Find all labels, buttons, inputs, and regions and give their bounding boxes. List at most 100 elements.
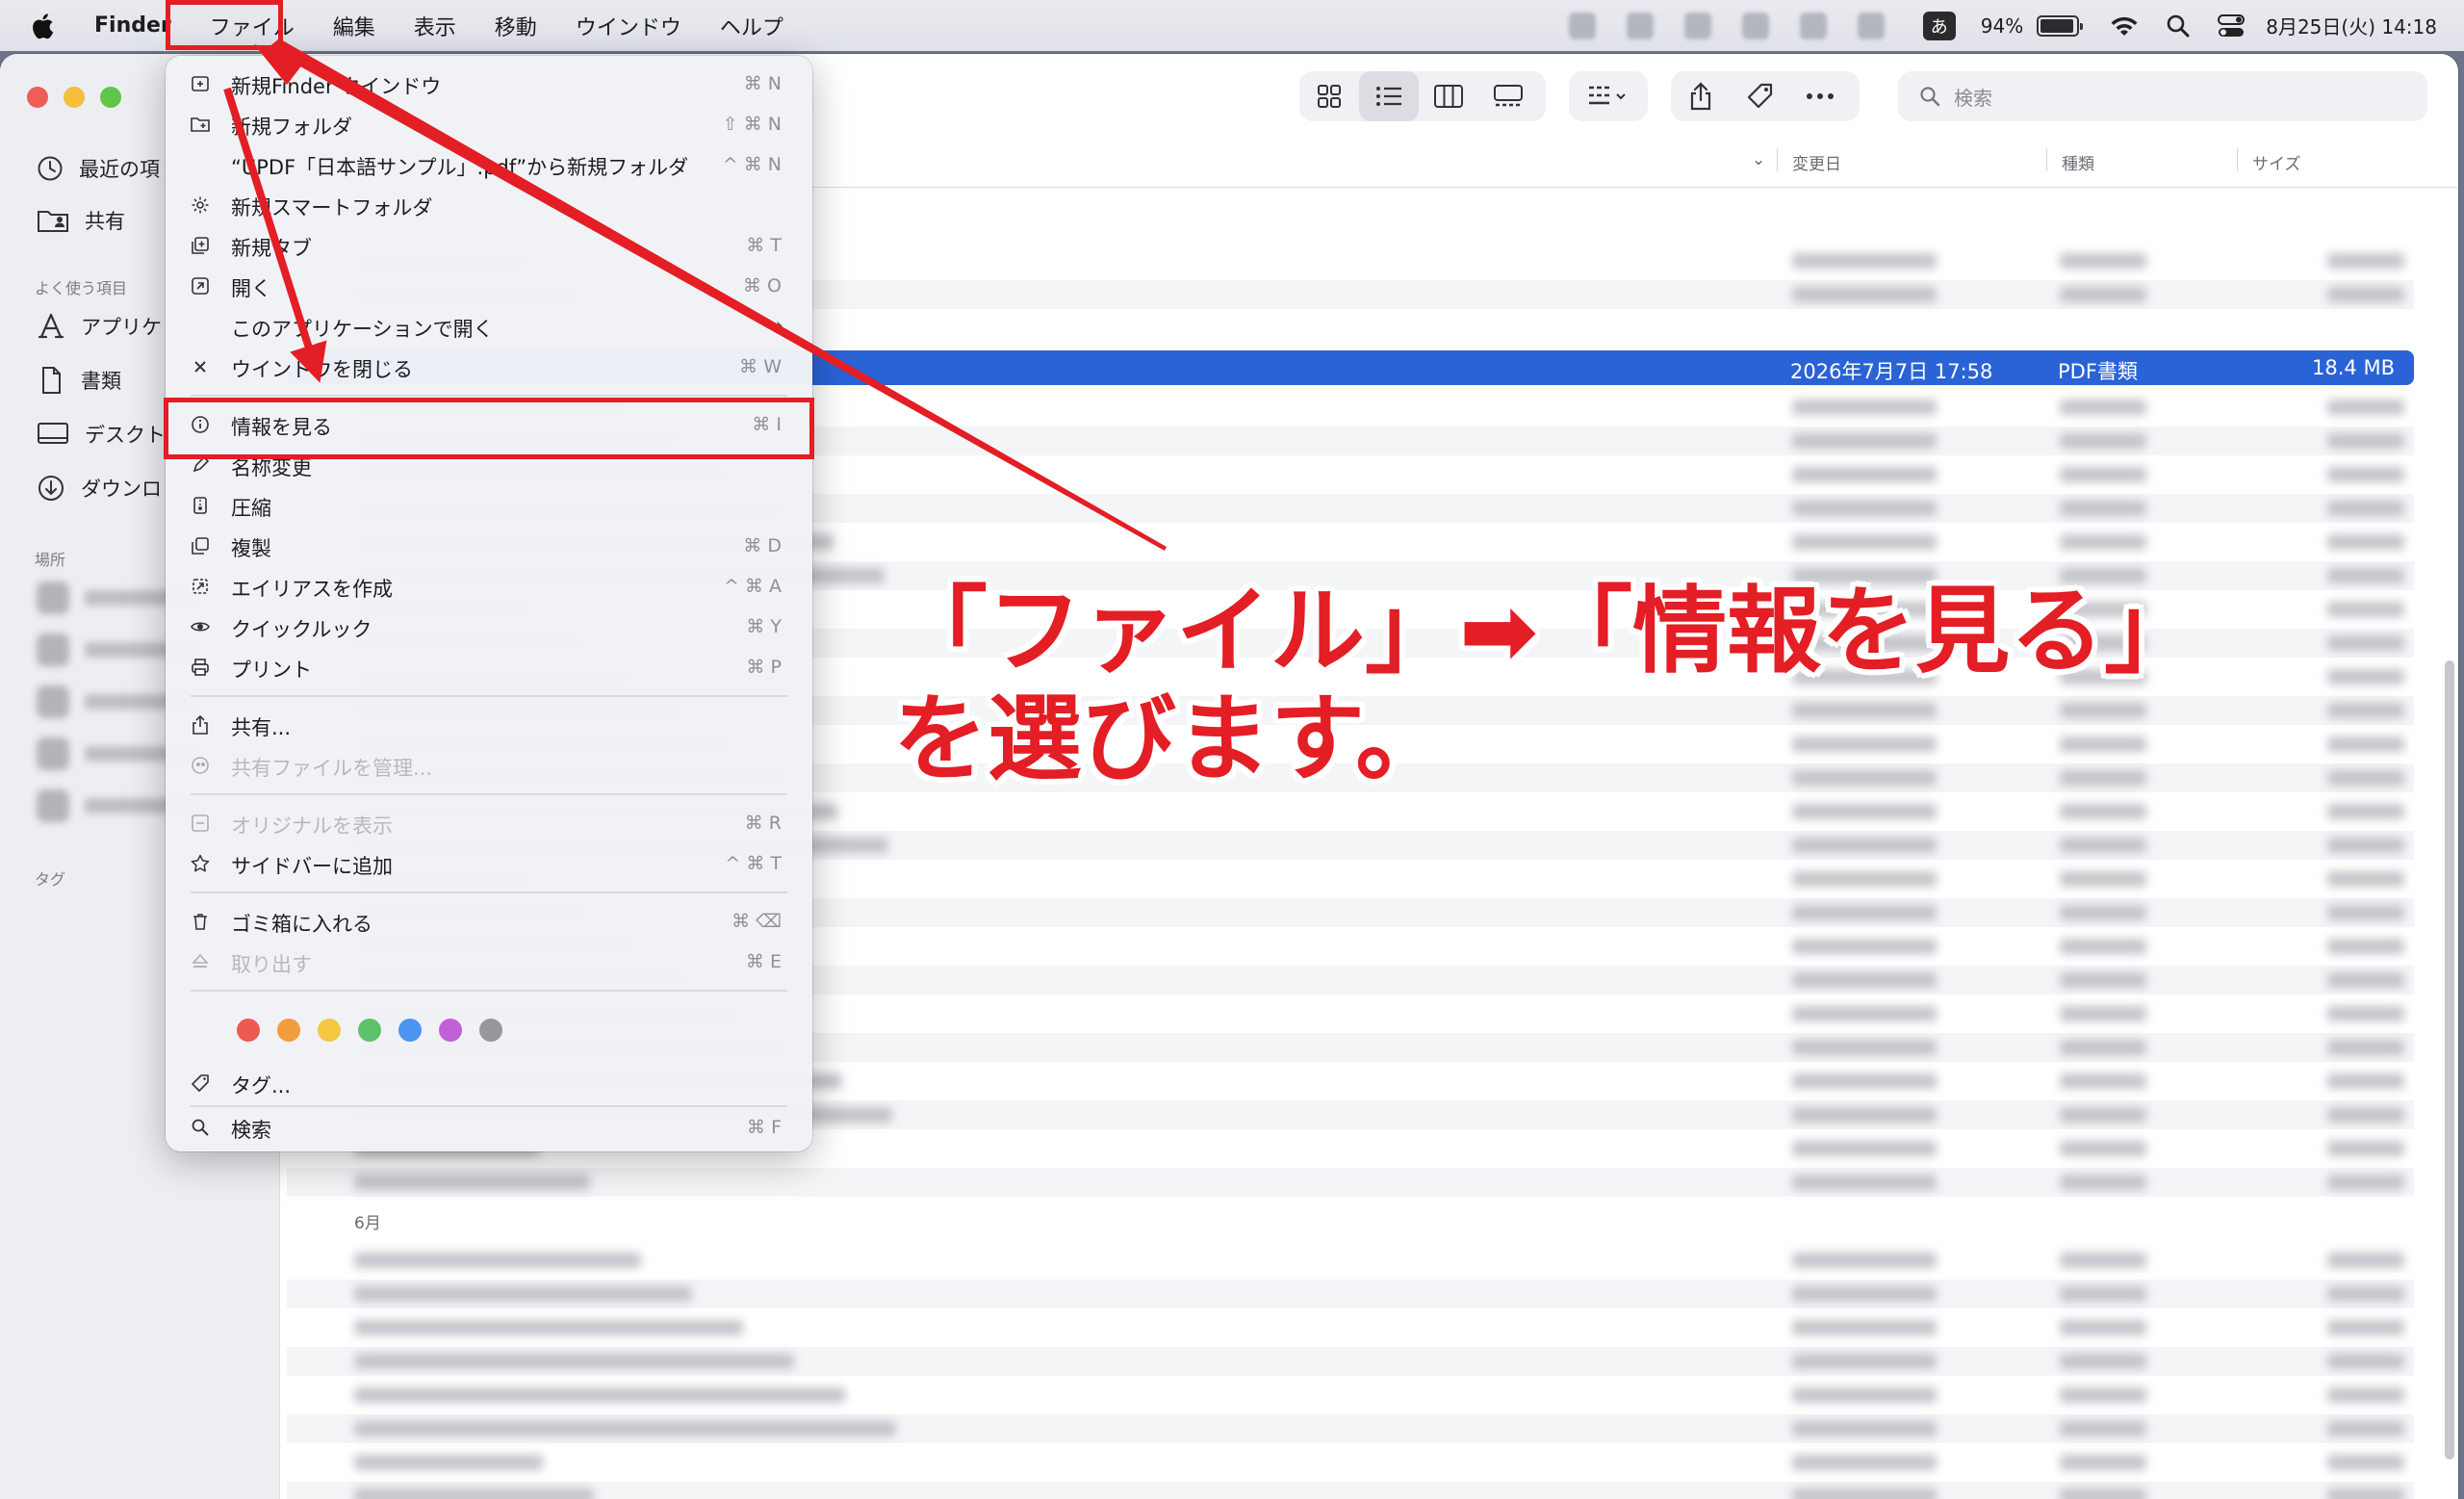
columns-icon <box>1434 85 1463 108</box>
menu-item-share[interactable]: 共有... <box>166 707 812 745</box>
spotlight-search-icon[interactable] <box>2152 13 2204 39</box>
table-row[interactable] <box>287 1279 2414 1308</box>
battery-icon[interactable] <box>2037 14 2084 37</box>
sidebar-item-applications[interactable]: アプリケ <box>37 312 162 341</box>
menu-item-shortcut: ⌘ F <box>747 1117 782 1138</box>
blurred-cell <box>1792 1421 1937 1436</box>
menu-item-quick-look[interactable]: クイックルック ⌘ Y <box>166 608 812 647</box>
menu-item-move-to-trash[interactable]: ゴミ箱に入れる ⌘ ⌫ <box>166 903 812 942</box>
blurred-cell <box>2327 287 2404 302</box>
minimize-window-button[interactable] <box>64 87 85 108</box>
blurred-cell <box>2060 1286 2146 1302</box>
blurred-cell <box>2327 1421 2404 1436</box>
tag-color-dot[interactable] <box>318 1019 341 1042</box>
icon-view-button[interactable] <box>1299 71 1359 121</box>
menu-item-duplicate[interactable]: 複製 ⌘ D <box>166 528 812 566</box>
column-header-kind[interactable]: 種類 <box>2062 150 2094 174</box>
list-view-button[interactable] <box>1359 71 1419 121</box>
blurred-cell <box>1792 804 1937 819</box>
blurred-cell <box>2060 1488 2146 1499</box>
more-button[interactable] <box>1790 71 1850 121</box>
menu-item-find[interactable]: 検索 ⌘ F <box>166 1109 812 1148</box>
blurred-cell <box>2327 939 2404 954</box>
blurred-cell <box>2060 1455 2146 1470</box>
control-center-icon[interactable] <box>2204 13 2258 39</box>
table-row[interactable] <box>287 1168 2414 1197</box>
menu-item-new-folder[interactable]: 新規フォルダ ⇧ ⌘ N <box>166 106 812 144</box>
menu-item-new-tab[interactable]: 新規タブ ⌘ T <box>166 227 812 266</box>
group-by-button[interactable] <box>1569 71 1648 121</box>
menu-item-label: サイドバーに追加 <box>231 855 393 878</box>
sidebar-item-recents[interactable]: 最近の項 <box>37 154 160 183</box>
blurred-cell <box>1792 287 1937 302</box>
clock[interactable]: 8月25日(火) 14:18 <box>2266 12 2437 39</box>
sidebar-item-documents[interactable]: 書類 <box>37 366 121 395</box>
status-extra-icon[interactable] <box>1741 12 1769 39</box>
column-view-button[interactable] <box>1419 71 1478 121</box>
menu-item-add-to-sidebar[interactable]: サイドバーに追加 ^ ⌘ T <box>166 845 812 884</box>
sidebar-item-shared[interactable]: 共有 <box>37 206 125 235</box>
search-field[interactable]: 検索 <box>1898 71 2427 121</box>
table-row[interactable] <box>287 1448 2414 1477</box>
tag-button[interactable] <box>1731 71 1790 121</box>
table-row[interactable] <box>287 1246 2414 1275</box>
ellipsis-icon <box>1807 93 1834 99</box>
menu-item-new-folder-with-selection[interactable]: “UPDF「日本語サンプル」.pdf”から新規フォルダ ^ ⌘ N <box>166 146 812 185</box>
close-window-button[interactable] <box>27 87 48 108</box>
menu-edit[interactable]: 編集 <box>314 0 395 51</box>
tag-color-dot[interactable] <box>479 1019 502 1042</box>
blurred-cell <box>2060 1320 2146 1335</box>
menu-separator <box>191 1105 787 1107</box>
input-method-indicator[interactable]: あ <box>1922 11 1956 40</box>
blurred-cell <box>2327 467 2404 482</box>
menu-view[interactable]: 表示 <box>395 0 475 51</box>
blurred-cell <box>1792 1107 1937 1123</box>
sidebar-item-desktop[interactable]: デスクト <box>37 420 166 449</box>
menu-item-print[interactable]: プリント ⌘ P <box>166 649 812 687</box>
menu-item-open[interactable]: 開く ⌘ O <box>166 268 812 306</box>
battery-level-fill <box>2040 18 2074 33</box>
menu-item-label: 共有ファイルを管理... <box>231 757 433 780</box>
column-header-modified[interactable]: 変更日 <box>1792 150 1841 174</box>
blurred-cell <box>2060 287 2146 302</box>
menu-item-compress[interactable]: 圧縮 <box>166 487 812 526</box>
zoom-window-button[interactable] <box>100 87 121 108</box>
menu-help[interactable]: ヘルプ <box>701 0 803 51</box>
status-extra-icon[interactable] <box>1799 12 1827 39</box>
table-row[interactable] <box>287 1347 2414 1376</box>
shared-folder-icon <box>38 211 68 232</box>
menu-item-open-with[interactable]: このアプリケーションで開く › <box>166 308 812 347</box>
menu-item-close-window[interactable]: ウインドウを閉じる ⌘ W <box>166 349 812 387</box>
column-header-size[interactable]: サイズ <box>2252 150 2301 174</box>
gallery-view-button[interactable] <box>1478 71 1538 121</box>
table-row[interactable] <box>287 1414 2414 1443</box>
tag-color-dot[interactable] <box>358 1019 381 1042</box>
status-extra-icon[interactable] <box>1683 12 1711 39</box>
menu-item-make-alias[interactable]: エイリアスを作成 ^ ⌘ A <box>166 568 812 607</box>
status-extra-icon[interactable] <box>1626 12 1654 39</box>
sidebar-item-downloads[interactable]: ダウンロ <box>37 474 162 503</box>
menu-window[interactable]: ウインドウ <box>556 0 701 51</box>
status-extra-icon[interactable] <box>1857 12 1885 39</box>
wifi-icon[interactable] <box>2096 14 2152 38</box>
tag-color-dot[interactable] <box>439 1019 462 1042</box>
sort-chevron-icon[interactable]: ⌄ <box>1752 150 1765 169</box>
tag-color-dot[interactable] <box>398 1019 422 1042</box>
menu-item-label: エイリアスを作成 <box>231 578 393 601</box>
highlight-get-info <box>164 398 814 459</box>
menu-separator <box>191 695 787 697</box>
status-extra-icon[interactable] <box>1568 12 1596 39</box>
table-row[interactable] <box>287 1381 2414 1409</box>
menu-item-new-smart-folder[interactable]: 新規スマートフォルダ <box>166 187 812 225</box>
blurred-cell <box>354 1175 590 1190</box>
menu-item-tags[interactable]: タグ... <box>166 1065 812 1103</box>
menu-go[interactable]: 移動 <box>475 0 556 51</box>
share-button[interactable] <box>1671 71 1731 121</box>
menu-item-new-finder-window[interactable]: 新規Finder ウインドウ ⌘ N <box>166 65 812 104</box>
table-row[interactable] <box>287 1482 2414 1499</box>
apple-menu-icon[interactable] <box>0 0 75 51</box>
vertical-scrollbar[interactable] <box>2445 660 2454 1460</box>
tag-color-dot[interactable] <box>277 1019 300 1042</box>
table-row[interactable] <box>287 1313 2414 1342</box>
tag-color-dot[interactable] <box>237 1019 260 1042</box>
